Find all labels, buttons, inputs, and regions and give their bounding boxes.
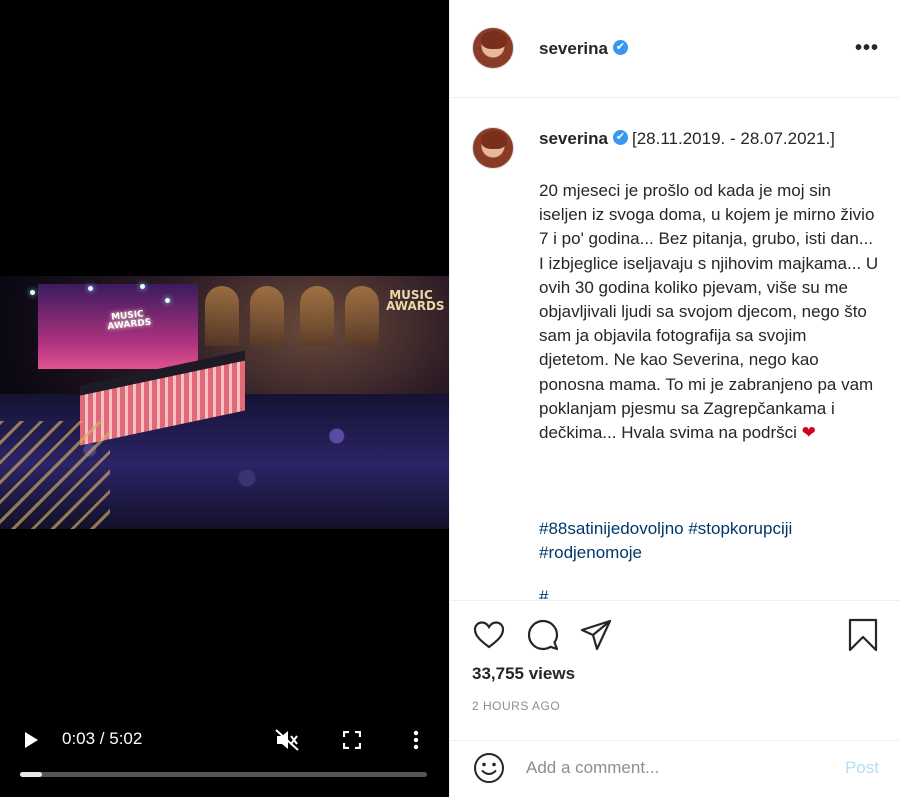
hall-logo: MUSIC AWARDS	[386, 288, 445, 313]
spotlight	[30, 290, 35, 295]
username-text[interactable]: severina	[539, 39, 608, 58]
caption-header: severina ✔ [28.11.2019. - 28.07.2021.]	[539, 129, 835, 149]
video-progress-bar[interactable]	[20, 772, 427, 777]
truncated-hashtag-line: #...	[539, 587, 563, 599]
caption-text: 20 mjeseci je prošlo od kada je moj sin …	[539, 179, 879, 445]
hall-arch	[250, 286, 284, 346]
verified-badge-icon: ✔	[613, 40, 628, 56]
video-options-button[interactable]	[404, 722, 428, 758]
caption-scroll-area[interactable]: severina ✔ [28.11.2019. - 28.07.2021.] 20 …	[450, 99, 900, 600]
post-actions: 33,755 views 2 HOURS AGO	[450, 600, 900, 740]
avatar[interactable]	[472, 27, 514, 69]
caption-avatar[interactable]	[472, 127, 514, 169]
fullscreen-icon	[343, 731, 361, 749]
spotlight	[88, 286, 93, 291]
comment-bubble-icon[interactable]	[526, 618, 560, 652]
spotlight	[165, 298, 170, 303]
floor-lights	[0, 421, 110, 529]
view-count[interactable]: 33,755 views	[472, 664, 575, 684]
play-icon	[25, 732, 38, 748]
video-frame[interactable]: MUSIC AWARDS MUSIC AWARDS	[0, 276, 449, 529]
verified-badge-icon: ✔	[613, 130, 628, 146]
hashtag-link[interactable]: #88satinijedovoljno	[539, 519, 684, 538]
post-timestamp[interactable]: 2 HOURS AGO	[472, 699, 560, 713]
caption-username[interactable]: severina	[539, 129, 608, 148]
post-header: severina ✔ •••	[450, 0, 900, 98]
hall-arch	[300, 286, 334, 346]
red-heart-emoji-icon: ❤	[801, 423, 816, 443]
mute-icon	[275, 729, 299, 751]
play-button[interactable]	[18, 722, 44, 758]
more-options-button[interactable]: •••	[855, 38, 879, 58]
post-sidebar: severina ✔ ••• severina ✔ [28.11.2019. - 28…	[449, 0, 900, 797]
video-controls: 0:03 / 5:02	[0, 722, 449, 762]
caption-date-range: [28.11.2019. - 28.07.2021.]	[632, 129, 835, 148]
share-paper-plane-icon[interactable]	[579, 618, 613, 652]
like-heart-icon[interactable]	[472, 618, 506, 652]
hashtag-link[interactable]: #rodjenomoje	[539, 543, 642, 562]
video-player[interactable]: MUSIC AWARDS MUSIC AWARDS 0:03 / 5:02	[0, 0, 449, 797]
post-comment-button[interactable]: Post	[845, 758, 879, 778]
fullscreen-button[interactable]	[338, 722, 366, 758]
hall-arch	[345, 286, 379, 346]
video-progress-fill	[20, 772, 42, 777]
comment-input[interactable]	[526, 754, 826, 782]
video-time: 0:03 / 5:02	[62, 729, 143, 748]
stage-logo: MUSIC AWARDS	[107, 309, 152, 333]
caption-body-text: 20 mjeseci je prošlo od kada je moj sin …	[539, 181, 879, 443]
hall-arch	[205, 286, 239, 346]
save-bookmark-icon[interactable]	[846, 618, 880, 652]
spotlight	[140, 284, 145, 289]
hashtag-list: #88satinijedovoljno #stopkorupciji #rodj…	[539, 517, 879, 565]
header-username[interactable]: severina ✔	[539, 39, 628, 59]
emoji-smiley-icon[interactable]	[472, 751, 506, 785]
kebab-icon	[413, 730, 419, 750]
comment-bar: Post	[450, 740, 900, 797]
mute-button[interactable]	[272, 722, 302, 758]
hashtag-link[interactable]: #stopkorupciji	[688, 519, 792, 538]
